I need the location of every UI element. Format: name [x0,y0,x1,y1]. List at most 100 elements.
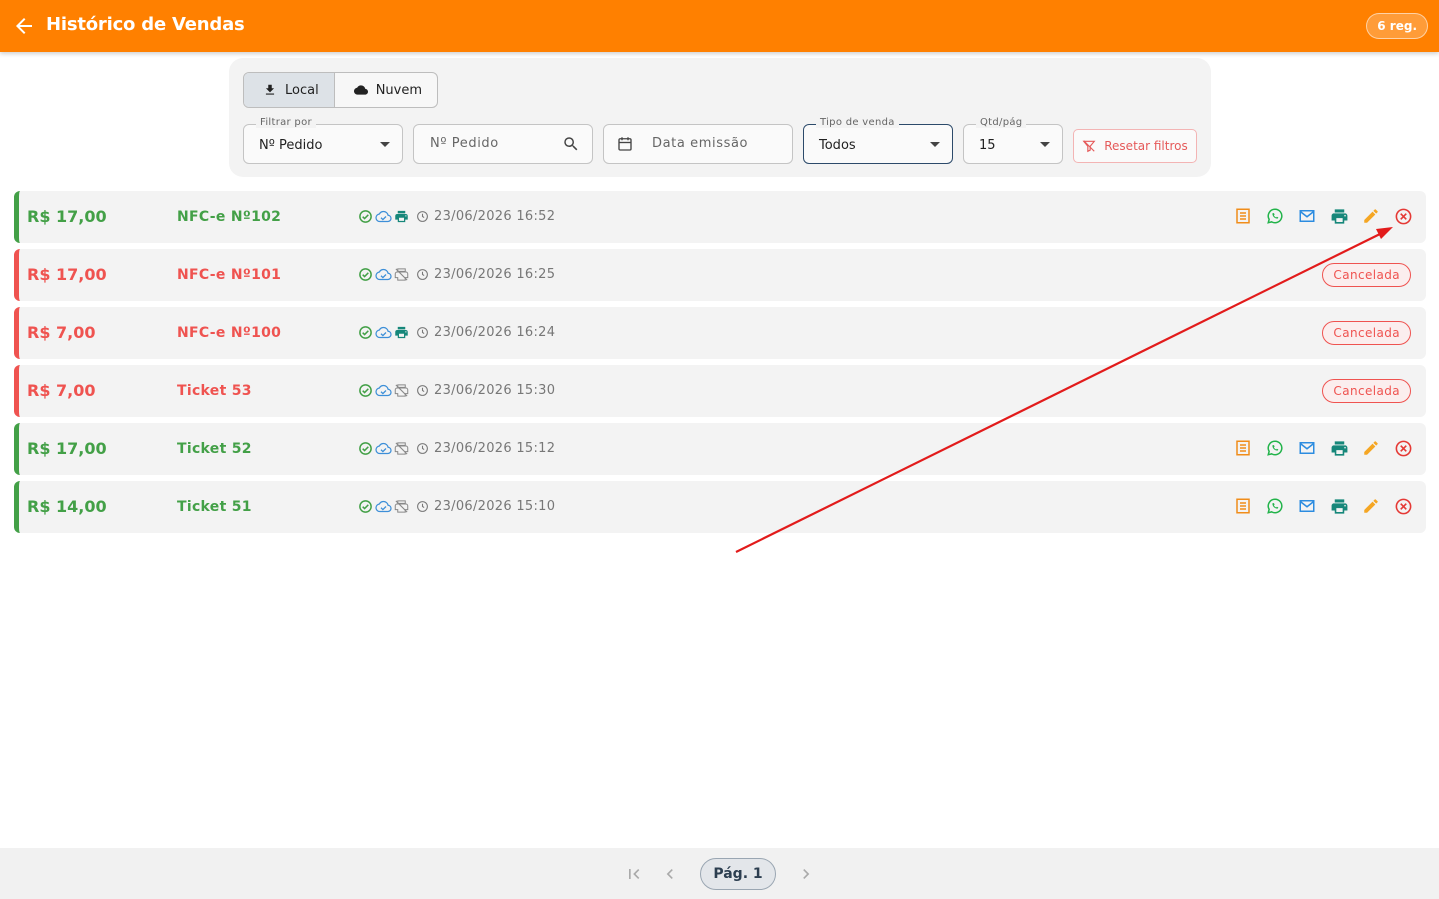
cancel-icon[interactable] [1394,439,1414,459]
cloud-sync-icon [375,383,392,398]
clock-icon [416,442,429,455]
back-arrow-icon[interactable] [12,14,36,38]
sale-datetime-text: 23/06/2026 16:25 [434,267,556,282]
search-icon[interactable] [562,135,580,153]
records-count-badge: 6 reg. [1366,13,1428,39]
print-icon[interactable] [1330,207,1350,227]
receipt-icon[interactable] [1234,439,1254,459]
first-page-icon[interactable] [624,864,644,884]
cloud-icon [353,85,368,95]
cloud-toggle-label: Nuvem [375,82,423,98]
edit-icon[interactable] [1362,497,1382,517]
cancel-icon[interactable] [1394,497,1414,517]
print-icon[interactable] [1330,439,1350,459]
sale-row[interactable]: R$ 14,00 Ticket 51 23/06/2026 15:10 [14,481,1426,533]
sale-amount: R$ 14,00 [27,497,107,516]
synced-check-icon [358,441,373,456]
sale-amount: R$ 17,00 [27,439,107,458]
filter-by-select[interactable]: Filtrar por Nº Pedido [243,117,403,164]
sale-row[interactable]: R$ 17,00 NFC-e Nº101 23/06/2026 16:25 Can… [14,249,1426,301]
sale-datetime-text: 23/06/2026 15:12 [434,441,556,456]
local-toggle-label: Local [285,82,319,98]
sale-amount: R$ 17,00 [27,265,107,284]
filter-panel: Local Nuvem Filtrar por Nº Pedido Nº Ped… [229,58,1211,177]
filter-off-icon [1082,140,1096,153]
date-emission-input[interactable]: Data emissão [603,124,793,164]
sale-row[interactable]: R$ 17,00 Ticket 52 23/06/2026 15:12 [14,423,1426,475]
sale-row[interactable]: R$ 7,00 Ticket 53 23/06/2026 15:30 Cancel… [14,365,1426,417]
receipt-icon[interactable] [1234,207,1254,227]
not-printed-icon [394,499,409,514]
sale-document: NFC-e Nº100 [177,325,282,341]
printed-icon [394,209,409,224]
page-title: Histórico de Vendas [46,14,245,35]
edit-icon[interactable] [1362,439,1382,459]
edit-icon[interactable] [1362,207,1382,227]
sale-status-icons [358,325,409,340]
download-icon [265,84,275,95]
clock-icon [416,500,429,513]
calendar-icon[interactable] [616,135,634,153]
sale-row[interactable]: R$ 17,00 NFC-e Nº102 23/06/2026 16:52 [14,191,1426,243]
print-icon[interactable] [1330,497,1350,517]
cancelled-badge: Cancelada [1322,263,1411,287]
app-bar: Histórico de Vendas 6 reg. [0,0,1439,52]
sale-datetime: 23/06/2026 15:10 [416,499,555,514]
sale-datetime: 23/06/2026 15:30 [416,383,555,398]
sale-datetime-text: 23/06/2026 16:24 [434,325,556,340]
reset-filters-button[interactable]: Resetar filtros [1073,129,1197,163]
previous-page-icon[interactable] [660,864,680,884]
local-toggle-button[interactable]: Local [244,73,334,107]
clock-icon [416,326,429,339]
receipt-icon[interactable] [1234,497,1254,517]
cloud-sync-icon [375,441,392,456]
row-actions [1234,207,1414,227]
whatsapp-icon[interactable] [1266,439,1286,459]
sale-row[interactable]: R$ 7,00 NFC-e Nº100 23/06/2026 16:24 Canc… [14,307,1426,359]
clock-icon [416,210,429,223]
clock-icon [416,384,429,397]
synced-check-icon [358,499,373,514]
filter-by-label: Filtrar por [256,117,316,128]
date-placeholder: Data emissão [652,136,749,151]
row-actions [1234,439,1414,459]
sale-datetime-text: 23/06/2026 15:10 [434,499,556,514]
synced-check-icon [358,267,373,282]
clock-icon [416,268,429,281]
whatsapp-icon[interactable] [1266,207,1286,227]
sale-datetime: 23/06/2026 16:52 [416,209,555,224]
search-input[interactable]: Nº Pedido [413,124,593,164]
sale-amount: R$ 7,00 [27,381,96,400]
sale-status-icons [358,209,409,224]
cloud-sync-icon [375,325,392,340]
not-printed-icon [394,267,409,282]
cloud-sync-icon [375,267,392,282]
sale-type-select[interactable]: Tipo de venda Todos [803,117,953,164]
whatsapp-icon[interactable] [1266,497,1286,517]
sale-datetime: 23/06/2026 16:25 [416,267,555,282]
not-printed-icon [394,383,409,398]
cancelled-badge: Cancelada [1322,379,1411,403]
sale-document: NFC-e Nº101 [177,267,282,283]
dropdown-arrow-icon [1040,142,1050,147]
sale-status-icons [358,499,409,514]
sale-status-icons [358,441,409,456]
email-icon[interactable] [1298,439,1318,459]
email-icon[interactable] [1298,207,1318,227]
next-page-icon[interactable] [796,864,816,884]
not-printed-icon [394,441,409,456]
email-icon[interactable] [1298,497,1318,517]
per-page-select[interactable]: Qtd/pág 15 [963,117,1063,164]
sale-datetime-text: 23/06/2026 16:52 [434,209,556,224]
sale-amount: R$ 17,00 [27,207,107,226]
cloud-sync-icon [375,499,392,514]
sale-datetime-text: 23/06/2026 15:30 [434,383,556,398]
pagination-bar: Pág. 1 [0,848,1439,899]
sale-status-icons [358,267,409,282]
page-indicator: Pág. 1 [700,858,776,890]
sale-amount: R$ 7,00 [27,323,96,342]
cancel-icon[interactable] [1394,207,1414,227]
synced-check-icon [358,325,373,340]
cancelled-badge: Cancelada [1322,321,1411,345]
cloud-toggle-button[interactable]: Nuvem [333,73,437,107]
